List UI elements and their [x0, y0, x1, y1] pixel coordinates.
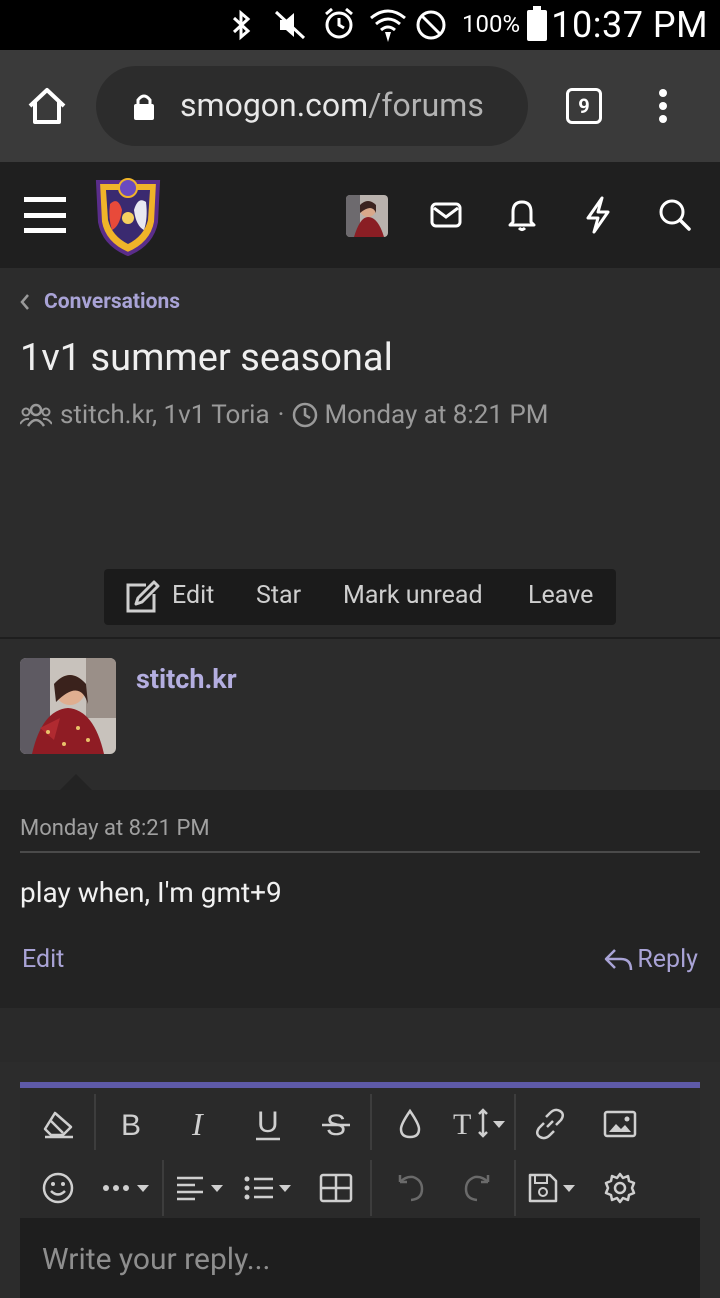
image-icon[interactable]	[598, 1102, 642, 1146]
svg-text:I: I	[191, 1109, 204, 1139]
undo-icon[interactable]	[388, 1166, 432, 1210]
list-dropdown-icon[interactable]	[242, 1166, 298, 1210]
reply-editor: B I U S T Write your reply...	[20, 1082, 700, 1298]
conversation-meta: stitch.kr, 1v1 Toria · Monday at 8:21 PM	[20, 400, 549, 430]
svg-text:T: T	[453, 1108, 471, 1140]
section-spacer	[0, 1008, 720, 1062]
alerts-bell-icon[interactable]	[507, 198, 537, 232]
alarm-icon	[322, 6, 356, 42]
author-username[interactable]: stitch.kr	[136, 663, 237, 695]
whats-new-bolt-icon[interactable]	[584, 196, 612, 234]
edit-message-link[interactable]: Edit	[22, 945, 64, 974]
url-path: /forums	[368, 86, 484, 124]
participants-icon	[20, 402, 52, 428]
reply-button[interactable]: Reply	[603, 945, 698, 974]
url-text: smogon.com/forums	[180, 86, 484, 124]
eraser-icon[interactable]	[36, 1102, 80, 1146]
message-pointer	[60, 774, 92, 790]
clock: 10:37 PM	[551, 4, 708, 46]
svg-text:B: B	[121, 1109, 141, 1139]
reply-label: Reply	[637, 945, 698, 974]
save-draft-dropdown-icon[interactable]	[526, 1166, 582, 1210]
message-divider	[20, 851, 700, 853]
leave-conversation-button[interactable]: Leave	[528, 581, 593, 610]
chevron-left-icon	[20, 293, 30, 311]
message-text: play when, I'm gmt+9	[20, 876, 282, 909]
forum-header	[0, 162, 720, 268]
reply-placeholder: Write your reply...	[42, 1242, 271, 1277]
battery-percent: 100%	[462, 10, 521, 38]
inbox-icon[interactable]	[430, 202, 462, 228]
more-options-dropdown-icon[interactable]	[100, 1166, 156, 1210]
toolbar-divider	[162, 1160, 164, 1216]
home-icon[interactable]	[26, 86, 68, 126]
mute-icon	[272, 8, 308, 42]
address-bar[interactable]: smogon.com/forums	[96, 66, 528, 146]
reply-textarea[interactable]: Write your reply...	[20, 1218, 700, 1298]
toolbar-divider	[370, 1160, 372, 1216]
emoji-icon[interactable]	[36, 1166, 80, 1210]
toolbar-divider	[370, 1094, 372, 1150]
bold-icon[interactable]: B	[110, 1102, 154, 1146]
message-author-block: stitch.kr	[0, 639, 720, 790]
text-size-icon[interactable]: T	[452, 1102, 508, 1146]
battery-icon	[526, 6, 548, 42]
text-color-drop-icon[interactable]	[388, 1102, 432, 1146]
message-body: Monday at 8:21 PM play when, I'm gmt+9 E…	[0, 790, 720, 1008]
url-domain: smogon.com	[180, 86, 369, 124]
toolbar-divider	[514, 1094, 516, 1150]
user-avatar[interactable]	[346, 195, 388, 237]
do-not-disturb-icon	[414, 8, 448, 42]
tab-switcher-button[interactable]: 9	[566, 88, 602, 124]
meta-separator: ·	[277, 400, 285, 430]
breadcrumb-label: Conversations	[44, 290, 180, 314]
author-avatar[interactable]	[20, 658, 116, 754]
message-timestamp[interactable]: Monday at 8:21 PM	[20, 816, 210, 841]
browser-toolbar: smogon.com/forums 9	[0, 50, 720, 162]
redo-icon[interactable]	[456, 1166, 500, 1210]
link-icon[interactable]	[528, 1102, 572, 1146]
page-title: 1v1 summer seasonal	[20, 336, 393, 380]
conversation-start-time: Monday at 8:21 PM	[324, 400, 549, 430]
svg-text:U: U	[257, 1107, 279, 1139]
star-conversation-button[interactable]: Star	[256, 581, 301, 610]
more-options-icon[interactable]	[656, 88, 670, 124]
breadcrumb[interactable]: Conversations	[20, 290, 180, 314]
edit-pencil-icon	[124, 580, 160, 614]
italic-icon[interactable]: I	[178, 1102, 222, 1146]
mark-unread-button[interactable]: Mark unread	[343, 581, 483, 610]
strikethrough-icon[interactable]: S	[314, 1102, 358, 1146]
participants-list: stitch.kr, 1v1 Toria	[60, 400, 270, 430]
edit-conversation-button[interactable]: Edit	[172, 581, 214, 610]
table-icon[interactable]	[314, 1166, 358, 1210]
clock-icon	[292, 402, 318, 428]
lock-icon	[132, 92, 156, 122]
smogon-logo[interactable]	[92, 174, 164, 256]
conversation-actions: Edit Star Mark unread Leave	[104, 569, 616, 625]
status-bar: 100% 10:37 PM	[0, 0, 720, 50]
toolbar-divider	[514, 1160, 516, 1216]
align-dropdown-icon[interactable]	[174, 1166, 230, 1210]
bluetooth-icon	[230, 9, 254, 41]
settings-gear-icon[interactable]	[598, 1166, 642, 1210]
reply-arrow-icon	[603, 947, 633, 973]
hamburger-menu-icon[interactable]	[24, 197, 66, 233]
search-icon[interactable]	[658, 198, 692, 232]
underline-icon[interactable]: U	[246, 1102, 290, 1146]
wifi-icon	[368, 6, 408, 44]
toolbar-divider	[94, 1094, 96, 1150]
